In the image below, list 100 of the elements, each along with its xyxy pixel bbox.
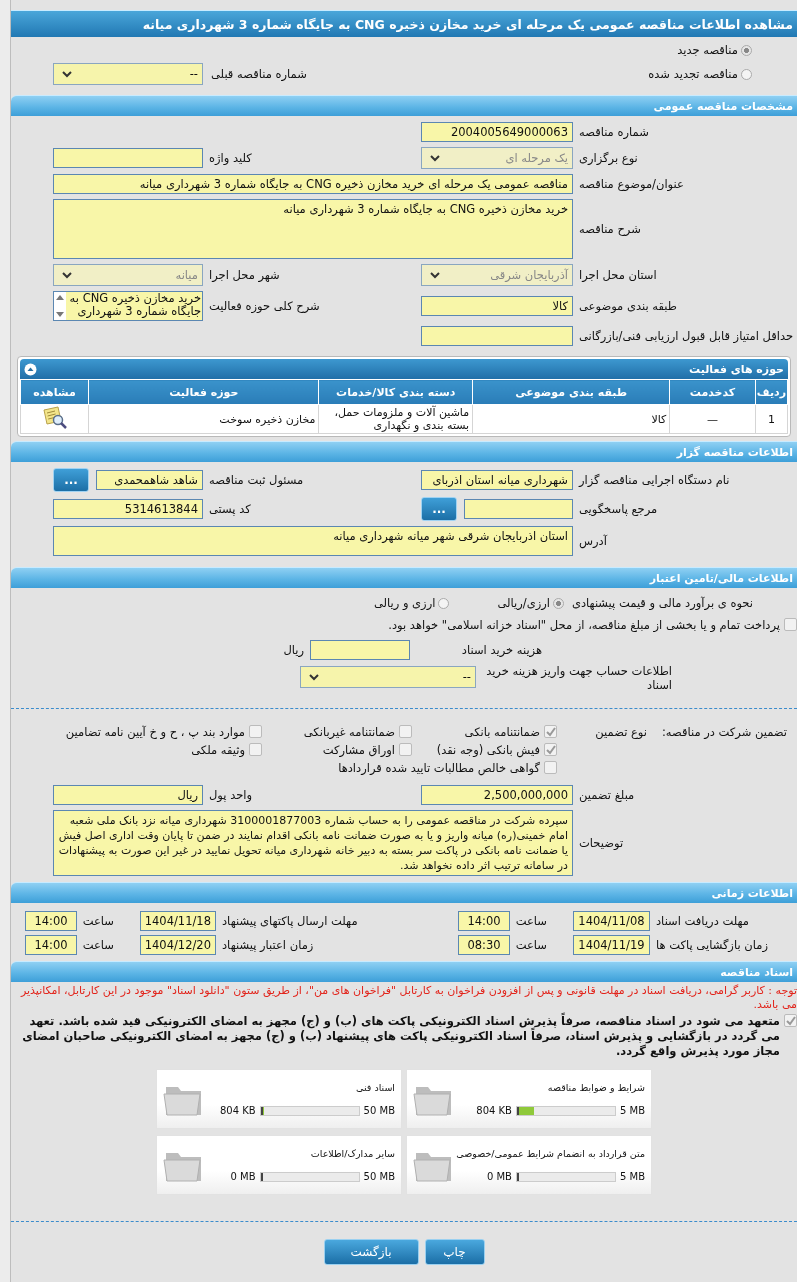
- column-header[interactable]: مشاهده: [20, 379, 89, 405]
- field-label: نحوه ی برآورد مالی و قیمت پیشنهادی: [571, 596, 753, 610]
- table-title: حوزه های فعالیت: [689, 362, 784, 376]
- file-name: اسناد فنی: [355, 1082, 395, 1093]
- file-name: متن قرارداد به انضمام شرایط عمومی/خصوصی: [455, 1148, 645, 1159]
- field-label: ساعت: [514, 938, 548, 952]
- field-label: ساعت: [514, 914, 548, 928]
- input-field[interactable]: کالا: [421, 296, 573, 316]
- checkbox[interactable]: پرداخت تمام و یا بخشی از مبلغ مناقصه، از محل "اسناد خزانه اسلامی" خواهد بود.: [11, 618, 797, 632]
- column-header[interactable]: کدخدمت: [669, 379, 756, 405]
- checkbox[interactable]: متعهد می شود در اسناد مناقصه، صرفاً پذیرش اسناد الکترونیکی پاکت های (ب) و (ج) مجهز به امضای الکترونیکی قید شده باشد. تعهد می گردد در بازگشایی و پذیرش اسناد، صرفاً اسناد الکترونیکی پاکت های پیشنهاد (ب) و (ج) مجهز به امضای الکترونیکی صاحبان امضای مجاز مورد پذیرش واقع گردد.: [11, 1012, 797, 1059]
- size-limit: 50 MB: [363, 1171, 395, 1182]
- field-label: کلید واژه: [208, 151, 253, 165]
- chevron-icon: [309, 673, 319, 681]
- field-label: کد پستی: [208, 502, 252, 516]
- text-area[interactable]: خرید مخازن ذخیره CNG به جایگاه شماره 3 شهرداری میانه: [53, 199, 573, 259]
- document-search-icon[interactable]: [41, 405, 68, 430]
- check-icon: [545, 726, 556, 737]
- section-title: اطلاعات مناقصه گزار: [676, 445, 793, 459]
- action-button[interactable]: بازگشت: [323, 1239, 419, 1265]
- section-title: اطلاعات مالی/تامین اعتبار: [649, 571, 793, 585]
- field-label: عنوان/موضوع مناقصه: [578, 177, 685, 191]
- section-title: اطلاعات زمانی: [711, 886, 793, 900]
- column-header[interactable]: ردیف: [755, 379, 788, 405]
- field-label: حداقل امتیاز قابل قبول ارزیابی فنی/بازرگانی: [578, 329, 795, 343]
- collapse-icon[interactable]: [24, 362, 37, 376]
- size-limit: 5 MB: [619, 1171, 645, 1182]
- input-field[interactable]: 2004005649000063: [421, 122, 573, 142]
- page-title: مشاهده اطلاعات مناقصه عمومی یک مرحله ای خرید مخازن ذخیره CNG به جایگاه شماره 3 شهرداری میانه: [142, 16, 793, 32]
- column-header[interactable]: طبقه بندی موضوعی: [472, 379, 670, 405]
- file-name: سایر مدارک/اطلاعات: [309, 1148, 395, 1159]
- field-label: شرح مناقصه: [578, 222, 642, 236]
- input-field[interactable]: 2,500,000,000: [421, 785, 573, 805]
- field-label: شماره مناقصه قبلی: [211, 67, 307, 81]
- input-field[interactable]: [53, 148, 203, 168]
- radio-button[interactable]: ارزی و ریالی: [373, 596, 450, 610]
- list-box[interactable]: خرید مخازن ذخیره CNG به جایگاه شماره 3 شهرداری: [53, 291, 203, 321]
- radio-button[interactable]: مناقصه تجدید شده: [648, 67, 752, 81]
- input-field[interactable]: 5314613844: [53, 499, 203, 519]
- input-field[interactable]: شهرداری میانه استان اذربای: [421, 470, 573, 490]
- action-button[interactable]: چاپ: [424, 1239, 485, 1265]
- field-label: نام دستگاه اجرایی مناقصه گزار: [577, 473, 731, 487]
- checkbox[interactable]: وثیقه ملکی: [52, 743, 262, 757]
- file-name: شرایط و ضوابط مناقصه: [546, 1082, 645, 1093]
- field-label: مهلت ارسال پاکتهای پیشنهاد: [221, 914, 359, 928]
- input-field[interactable]: 14:00: [458, 911, 510, 931]
- size-limit: 5 MB: [619, 1105, 645, 1116]
- input-field[interactable]: 1404/11/18: [140, 911, 216, 931]
- chevron-icon: [430, 271, 440, 279]
- input-field[interactable]: 1404/12/20: [140, 935, 216, 955]
- checkbox[interactable]: ضمانتنامه بانکی: [412, 725, 557, 739]
- field-label: شهر محل اجرا: [208, 268, 281, 282]
- notice-text: توجه : کاربر گرامی، دریافت اسناد در مهلت قانونی و پس از افزودن فراخوان به کارتابل "فراخوان های من"، از طریق ستون "دانلود اسناد" موجود در این کارتابل، امکانپذیر می باشد.: [19, 983, 797, 1012]
- dropdown[interactable]: --: [53, 63, 203, 85]
- field-label: شماره مناقصه: [578, 125, 650, 139]
- radio-button[interactable]: مناقصه جدید: [677, 43, 752, 57]
- input-field[interactable]: ریال: [53, 785, 203, 805]
- more-button[interactable]: ...: [421, 497, 457, 521]
- file-size: 0 MB: [486, 1171, 512, 1182]
- field-label: زمان اعتبار پیشنهاد: [221, 938, 315, 952]
- table-cell: ماشین آلات و ملزومات حمل، بسته بندی و نگهداری: [334, 406, 470, 432]
- input-field[interactable]: 14:00: [25, 911, 77, 931]
- chevron-icon: [62, 271, 72, 279]
- input-field[interactable]: [310, 640, 410, 660]
- checkbox[interactable]: فیش بانکی (وجه نقد): [412, 743, 557, 757]
- field-label: توضیحات: [578, 836, 625, 850]
- input-field[interactable]: 08:30: [458, 935, 510, 955]
- input-field[interactable]: [464, 499, 573, 519]
- file-size: 0 MB: [230, 1171, 256, 1182]
- column-header[interactable]: دسته بندی کالا/خدمات: [318, 379, 473, 405]
- file-size: 804 KB: [219, 1105, 256, 1116]
- checkbox[interactable]: اوراق مشارکت: [262, 743, 412, 757]
- table-cell: کالا: [651, 412, 667, 426]
- chevron-icon: [62, 70, 72, 78]
- checkbox[interactable]: گواهی خالص مطالبات تایید شده قراردادها: [338, 761, 557, 775]
- field-label: اطلاعات حساب جهت واریز هزینه خرید اسناد: [485, 664, 672, 692]
- dropdown[interactable]: --: [300, 666, 476, 688]
- input-field[interactable]: 1404/11/08: [573, 911, 650, 931]
- input-field[interactable]: شاهد شاهمحمدی: [96, 470, 203, 490]
- field-label: واحد پول: [208, 788, 254, 802]
- input-field[interactable]: 1404/11/19: [573, 935, 650, 955]
- field-label: مهلت دریافت اسناد: [655, 914, 750, 928]
- more-button[interactable]: ...: [53, 468, 89, 492]
- field-label: ساعت: [81, 914, 115, 928]
- field-label: هزینه خرید اسناد: [460, 643, 542, 657]
- chevron-icon: [430, 154, 440, 162]
- input-field[interactable]: مناقصه عمومی یک مرحله ای خرید مخازن ذخیره CNG به جایگاه شماره 3 شهرداری میانه: [53, 174, 573, 194]
- text-area[interactable]: استان اذربایجان شرقی شهر میانه شهرداری میانه: [53, 526, 573, 556]
- text-area[interactable]: سپرده شرکت در مناقصه عمومی را به حساب شماره 3100001877003 شهرداری میانه نزد بانک ملی شعبه امام خمینی(ره) میانه واریز و یا به صورت ضمانت نامه بانکی اقدام نمایند در ضمن تا پایان وقت اداری اصل فیش یا ضمانت نامه بانکی در پاکت سر بسته به دبیر خانه شهرداری میانه تحویل نمایید در غیر این صورت به پیشنهادات در سامانه ترتیب اثر داده نخواهد شد.: [53, 810, 573, 876]
- unit-label: ریال: [283, 643, 304, 657]
- table-cell: مخازن ذخیره سوخت: [219, 412, 316, 426]
- field-label: ساعت: [81, 938, 115, 952]
- input-field[interactable]: 14:00: [25, 935, 77, 955]
- field-label: مرجع پاسخگویی: [578, 502, 659, 516]
- table-cell: 1: [767, 412, 775, 426]
- input-field[interactable]: [421, 326, 573, 346]
- checkbox[interactable]: موارد بند پ ، ح و خ آیین نامه تضامین: [52, 725, 262, 739]
- checkbox[interactable]: ضمانتنامه غیربانکی: [262, 725, 412, 739]
- radio-button[interactable]: ارزی/ریالی: [497, 596, 564, 610]
- column-header[interactable]: حوزه فعالیت: [88, 379, 319, 405]
